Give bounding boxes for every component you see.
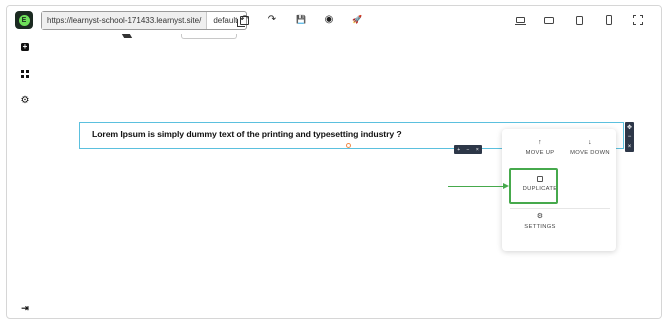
block-side-toolbar: ✥ − × [625,122,634,152]
annotation-arrow [448,186,504,188]
settings-gear-icon[interactable]: ⚙ [20,95,30,106]
settings-button[interactable]: ⚙ SETTINGS [514,212,566,230]
redo-icon[interactable]: ↷ [266,14,278,26]
arrow-up-icon: ↑ [538,139,542,146]
widgets-grid-icon[interactable] [20,69,30,79]
top-toolbar: E https://learnyst-school-171433.learnys… [7,6,661,34]
text-block-content[interactable]: Lorem Ipsum is simply dummy text of the … [92,129,402,139]
undo-icon[interactable]: ↶ [238,14,250,26]
tablet-landscape-icon[interactable] [543,14,555,26]
page-canvas: Lorem Ipsum is simply dummy text of the … [41,34,661,318]
move-down-label: MOVE DOWN [570,150,610,156]
popup-divider [510,208,610,209]
remove-block-icon[interactable]: − [467,147,470,153]
publish-rocket-icon[interactable]: 🚀 [351,14,363,26]
settings-label: SETTINGS [524,224,556,230]
url-bar[interactable]: https://learnyst-school-171433.learnyst.… [41,11,250,30]
annotation-arrow-head [503,183,509,189]
collapse-icon[interactable]: − [628,134,632,140]
add-element-icon[interactable]: + [20,42,30,52]
partial-element [121,34,133,38]
settings-gear-small-icon: ⚙ [536,213,544,220]
tablet-portrait-icon[interactable] [573,14,585,26]
block-mini-toolbar: + − × [454,145,482,154]
close-block-icon[interactable]: × [476,147,479,153]
desktop-icon[interactable] [514,14,526,26]
move-up-label: MOVE UP [525,150,555,156]
editor-window: E https://learnyst-school-171433.learnys… [6,5,662,319]
fullscreen-icon[interactable] [632,14,644,26]
environment-label: default [213,16,238,25]
partial-element-outline [181,34,237,39]
logo-letter: E [18,14,30,26]
move-up-button[interactable]: ↑ MOVE UP [514,138,566,156]
move-handle-icon[interactable]: ✥ [627,124,632,131]
preview-eye-icon[interactable]: ◉ [323,14,335,26]
elementor-logo-icon[interactable]: E [15,11,33,29]
exit-icon[interactable]: ⇥ [20,303,30,313]
arrow-down-icon: ↓ [588,139,592,146]
site-url[interactable]: https://learnyst-school-171433.learnyst.… [42,12,208,29]
move-down-button[interactable]: ↓ MOVE DOWN [564,138,616,156]
duplicate-highlight-box [509,168,558,204]
save-icon[interactable]: 💾 [295,14,307,26]
delete-icon[interactable]: × [628,144,632,150]
mobile-icon[interactable] [603,14,615,26]
block-resize-handle[interactable] [346,143,351,148]
add-block-icon[interactable]: + [457,147,460,153]
